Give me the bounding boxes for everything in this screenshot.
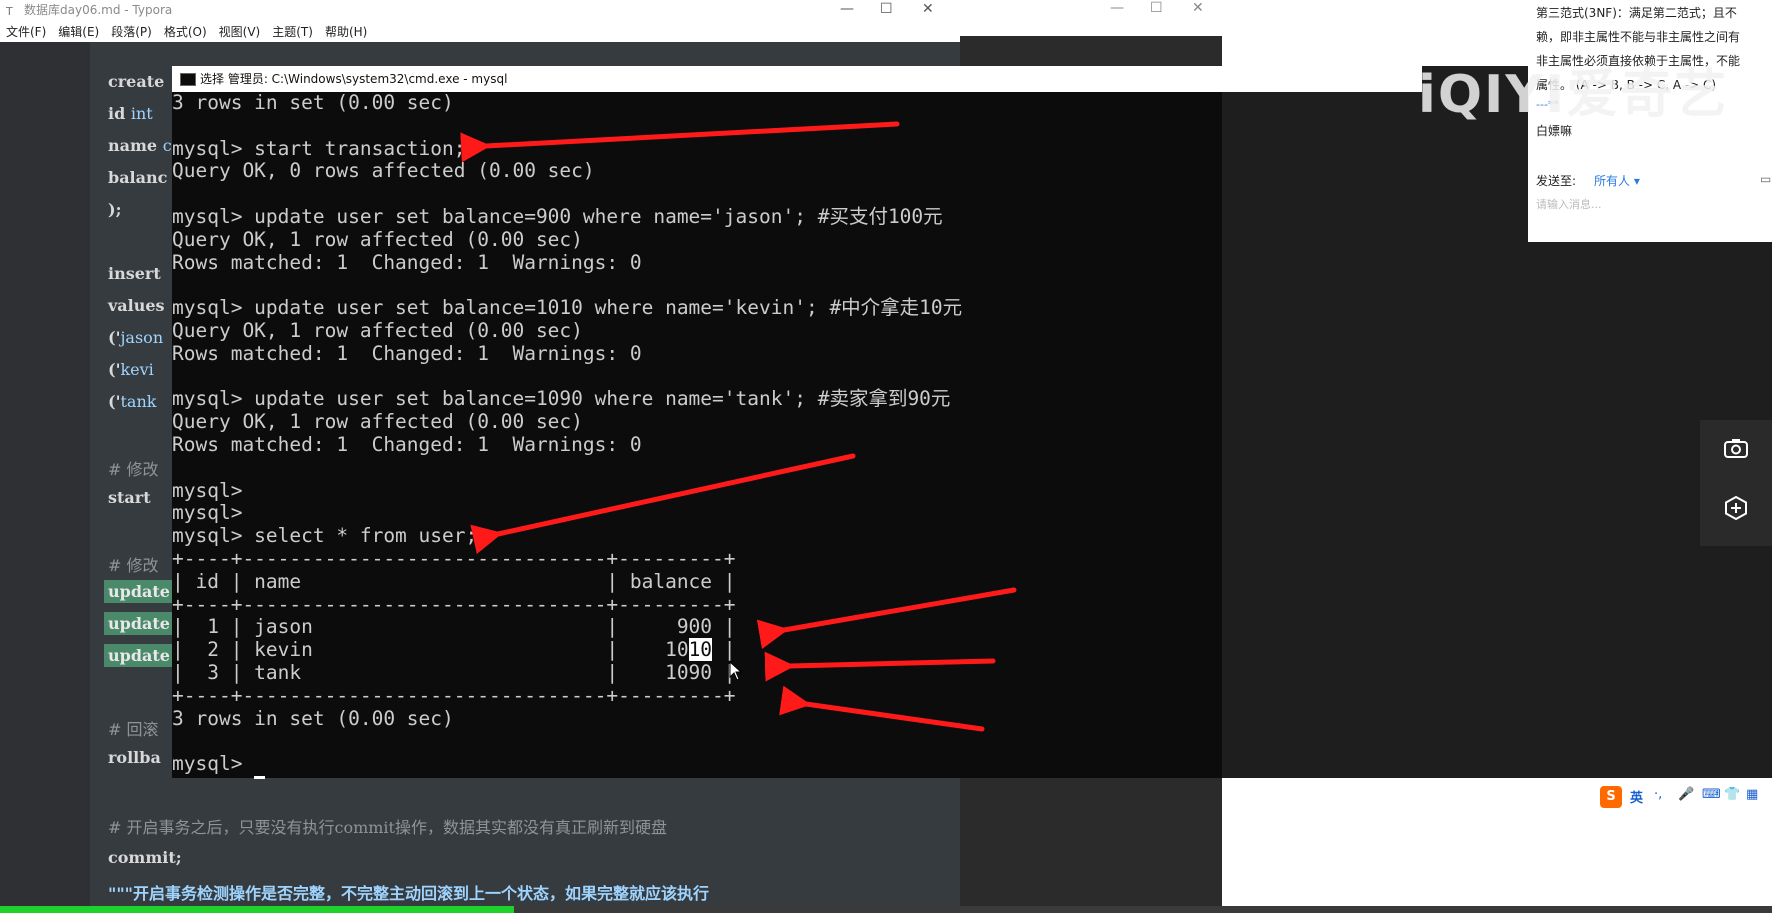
red-arrow bbox=[764, 651, 996, 682]
red-arrow bbox=[470, 453, 856, 555]
annotation-arrows bbox=[460, 121, 1017, 732]
red-arrow bbox=[779, 685, 985, 732]
red-arrow bbox=[756, 587, 1017, 650]
video-progress-fill bbox=[0, 906, 514, 913]
red-arrow bbox=[460, 121, 900, 163]
